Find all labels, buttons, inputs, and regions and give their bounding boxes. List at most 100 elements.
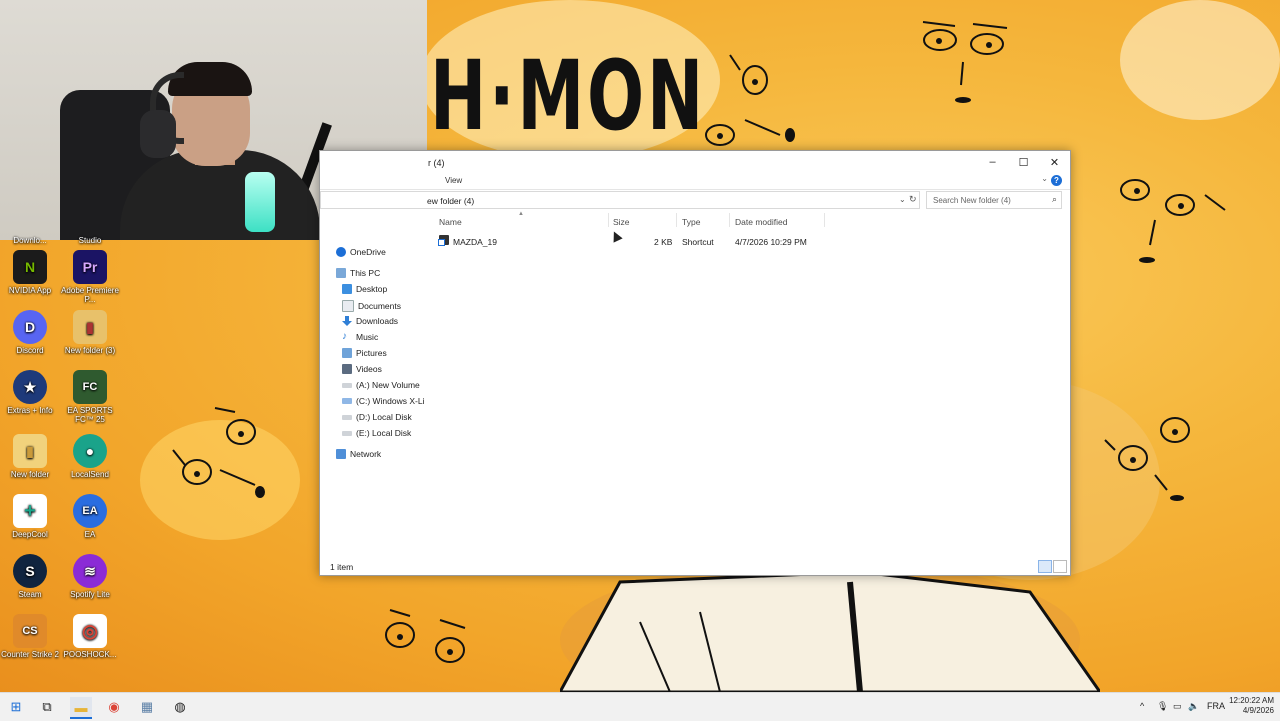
- column-header-type[interactable]: Type: [682, 217, 700, 227]
- nav-item-documents[interactable]: Documents: [342, 300, 401, 312]
- shortcut-icon: [438, 235, 449, 246]
- desktop-icon-spotify-lite[interactable]: ≋ Spotify Lite: [60, 554, 120, 599]
- desktop-icon-studio[interactable]: Studio: [60, 236, 120, 245]
- desktop-icon-discord[interactable]: D Discord: [0, 310, 60, 355]
- sort-ascending-icon: ▲: [518, 211, 524, 217]
- app-icon: ▦: [140, 699, 154, 714]
- column-header-name[interactable]: Name: [439, 217, 462, 227]
- column-divider[interactable]: [729, 213, 730, 227]
- desktop-icon-new-folder-3[interactable]: ▮ New folder (3): [60, 310, 120, 355]
- file-row[interactable]: MAZDA_19 2 KB Shortcut 4/7/2026 10:29 PM: [436, 233, 936, 249]
- system-clock[interactable]: 12:20:22 AM 4/9/2026: [1229, 696, 1274, 716]
- video-icon: [342, 364, 352, 374]
- desktop-icon-label: EA: [84, 530, 96, 539]
- minimize-button[interactable]: –: [977, 151, 1008, 173]
- start-button[interactable]: ⊞: [5, 697, 27, 717]
- nav-item-drive-e[interactable]: (E:) Local Disk: [342, 428, 411, 438]
- column-divider[interactable]: [676, 213, 677, 227]
- clock-date: 4/9/2026: [1242, 706, 1274, 715]
- desktop-icon-label: DeepCool: [12, 530, 48, 539]
- close-button[interactable]: ✕: [1039, 151, 1070, 173]
- nav-item-music[interactable]: ♪ Music: [342, 331, 378, 343]
- desktop-icon-steam[interactable]: S Steam: [0, 554, 60, 599]
- nav-item-this-pc[interactable]: This PC: [336, 268, 380, 278]
- desktop-icon-localsend[interactable]: ● LocalSend: [60, 434, 120, 479]
- help-icon[interactable]: ?: [1051, 175, 1062, 186]
- file-explorer-window[interactable]: r (4) – ☐ ✕ View ⌄ ? ew folder (4) ⌄ ↻ S…: [319, 150, 1071, 576]
- spotify-icon: ≋: [73, 554, 107, 588]
- nav-item-downloads[interactable]: Downloads: [342, 316, 398, 326]
- nav-item-videos[interactable]: Videos: [342, 364, 382, 374]
- nav-item-label: OneDrive: [350, 247, 386, 257]
- search-input[interactable]: Search New folder (4) ⌕: [926, 191, 1062, 209]
- large-icons-view-button[interactable]: [1053, 560, 1067, 573]
- nvidia-icon: N: [13, 250, 47, 284]
- desktop-icon-label: NVIDIA App: [8, 286, 52, 295]
- drive-icon: [342, 398, 352, 404]
- column-header-date-modified[interactable]: Date modified: [735, 217, 787, 227]
- nav-item-label: (A:) New Volume: [356, 380, 420, 390]
- chevron-up-icon[interactable]: ^: [1140, 701, 1144, 711]
- file-name: MAZDA_19: [453, 237, 497, 247]
- discord-icon: D: [13, 310, 47, 344]
- nav-item-onedrive[interactable]: OneDrive: [336, 247, 386, 257]
- taskbar-chrome[interactable]: ◉: [103, 697, 125, 717]
- nav-item-desktop[interactable]: Desktop: [342, 284, 387, 294]
- network-icon[interactable]: ▭: [1173, 701, 1182, 712]
- maximize-button[interactable]: ☐: [1008, 151, 1039, 173]
- extras-icon: ★: [13, 370, 47, 404]
- music-icon: ♪: [342, 331, 347, 342]
- file-date-modified: 4/7/2026 10:29 PM: [735, 237, 807, 247]
- nav-item-label: Pictures: [356, 348, 387, 358]
- navigation-pane: OneDrive This PC Desktop Documents Downl…: [320, 211, 428, 557]
- desktop-icon-label: Adobe Premiere P...: [61, 286, 119, 304]
- chevron-down-icon[interactable]: ⌄: [1041, 174, 1048, 183]
- column-divider[interactable]: [608, 213, 609, 227]
- taskbar: ⊞ ⧉ ▬ ◉ ▦ ◍ ^ 🎙 ▭ 🔈 FRA 12:20:22 AM 4/9/…: [0, 692, 1280, 721]
- column-divider[interactable]: [824, 213, 825, 227]
- item-count: 1 item: [330, 562, 354, 572]
- nav-item-label: Videos: [356, 364, 382, 374]
- desktop-icon-new-folder[interactable]: ▮ New folder: [0, 434, 60, 479]
- nav-item-drive-d[interactable]: (D:) Local Disk: [342, 412, 412, 422]
- desktop-icon-deepcool[interactable]: + DeepCool: [0, 494, 60, 539]
- column-header-size[interactable]: Size: [613, 217, 630, 227]
- microphone-icon[interactable]: 🎙: [1157, 701, 1168, 712]
- taskbar-file-explorer[interactable]: ▬: [70, 697, 92, 719]
- drive-icon: [342, 430, 352, 436]
- desktop-icon-counter-strike-2[interactable]: CS Counter Strike 2: [0, 614, 60, 659]
- saitama-face-doodle: [172, 407, 265, 498]
- desktop-icon-nvidia-app[interactable]: N NVIDIA App: [0, 250, 60, 295]
- volume-icon[interactable]: 🔈: [1188, 701, 1199, 712]
- nav-item-drive-c[interactable]: (C:) Windows X-Li: [342, 396, 424, 406]
- title-bar[interactable]: r (4) – ☐ ✕: [320, 151, 1070, 173]
- network-icon: [336, 449, 346, 459]
- nav-item-label: (C:) Windows X-Li: [356, 396, 425, 406]
- windows-icon: ⊞: [10, 699, 22, 714]
- drive-icon: [342, 382, 352, 388]
- details-view-button[interactable]: [1038, 560, 1052, 573]
- task-view-button[interactable]: ⧉: [36, 697, 58, 717]
- taskbar-app[interactable]: ▦: [136, 697, 158, 717]
- desktop-icon-extras-info[interactable]: ★ Extras + Info: [0, 370, 60, 415]
- desktop-icon-ea-sports-fc[interactable]: FC EA SPORTS FC™ 25: [60, 370, 120, 424]
- address-bar[interactable]: ew folder (4) ⌄ ↻: [320, 191, 920, 209]
- ribbon: View ⌄ ?: [320, 173, 1070, 190]
- chevron-down-icon[interactable]: ⌄: [899, 195, 906, 204]
- nav-item-network[interactable]: Network: [336, 449, 381, 459]
- nav-item-drive-a[interactable]: (A:) New Volume: [342, 380, 420, 390]
- desktop-icon-pooshock[interactable]: ◎ POOSHOCK...: [60, 614, 120, 659]
- file-size: 2 KB: [654, 237, 673, 247]
- nav-item-pictures[interactable]: Pictures: [342, 348, 387, 358]
- desktop-icon-premiere[interactable]: Pr Adobe Premiere P...: [60, 250, 120, 304]
- language-indicator[interactable]: FRA: [1207, 701, 1225, 711]
- desktop-icon-label: Studio: [78, 236, 102, 245]
- taskbar-obs[interactable]: ◍: [169, 697, 191, 717]
- tab-view[interactable]: View: [445, 176, 462, 185]
- download-icon: [342, 316, 352, 326]
- refresh-icon[interactable]: ↻: [909, 194, 917, 205]
- desktop-icon-downloads[interactable]: Downlo...: [0, 236, 60, 245]
- nav-item-label: Network: [350, 449, 382, 459]
- desktop-icon-label: Extras + Info: [7, 406, 53, 415]
- desktop-icon-ea[interactable]: EA EA: [60, 494, 120, 539]
